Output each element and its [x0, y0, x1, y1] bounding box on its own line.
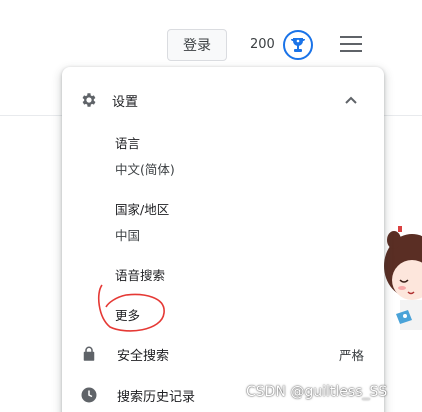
hamburger-menu-icon[interactable] — [340, 36, 362, 54]
mascot-illustration — [382, 218, 422, 333]
settings-dropdown: 设置 语言 中文(简体) 国家/地区 中国 语音搜索 更多 安全搜索 严格 搜索… — [62, 67, 384, 412]
language-title: 语言 — [115, 136, 141, 151]
gear-icon — [82, 93, 96, 107]
search-history-label: 搜索历史记录 — [117, 389, 196, 405]
page: 登录 200 设置 语言 中文(简体) 国家/地区 中国 语音搜索 更多 安全搜… — [0, 0, 422, 412]
clock-icon — [81, 387, 97, 403]
header-divider-right — [383, 115, 422, 116]
settings-header[interactable]: 设置 — [80, 89, 370, 111]
login-button[interactable]: 登录 — [167, 29, 227, 61]
lock-icon — [83, 346, 95, 361]
settings-label: 设置 — [112, 94, 139, 110]
chevron-up-icon[interactable] — [344, 93, 358, 107]
trophy-icon[interactable] — [283, 30, 313, 60]
trophy-icon-glyph — [291, 38, 305, 52]
safe-search-label: 安全搜索 — [117, 348, 170, 364]
safe-search-value: 严格 — [338, 347, 364, 363]
points-count: 200 — [250, 37, 275, 52]
more-item[interactable]: 更多 — [115, 305, 140, 324]
language-value[interactable]: 中文(简体) — [115, 159, 175, 178]
region-value[interactable]: 中国 — [115, 225, 140, 244]
watermark: CSDN @guiltless_SS — [246, 384, 388, 400]
voice-search-item[interactable]: 语音搜索 — [115, 265, 165, 284]
safe-search-row[interactable]: 安全搜索 严格 — [80, 343, 370, 365]
region-title: 国家/地区 — [115, 202, 170, 217]
header-divider-left — [0, 115, 62, 116]
